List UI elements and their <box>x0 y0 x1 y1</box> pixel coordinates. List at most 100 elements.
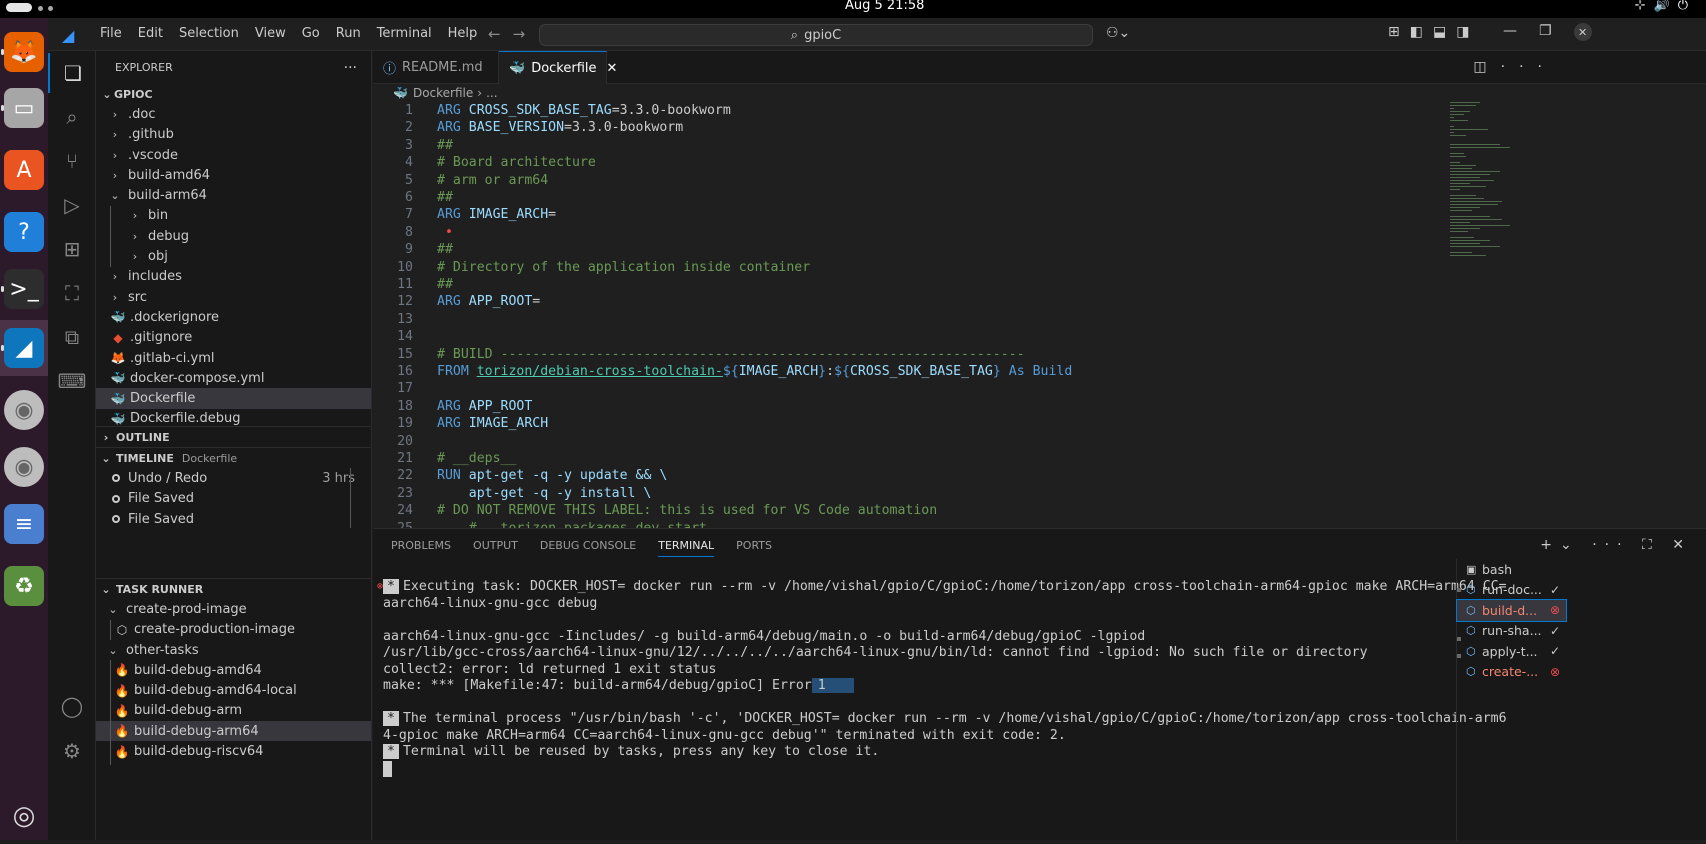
dock-disc1[interactable]: ◉ <box>0 382 48 438</box>
terminal-list-item[interactable]: ▣bash <box>1457 559 1566 580</box>
task-runner-item[interactable]: 🔥check-deps <box>96 762 371 766</box>
file-tree-item[interactable]: ›debug <box>96 226 371 246</box>
task-runner-item[interactable]: ⌄create-prod-image <box>96 599 371 619</box>
command-center-search[interactable]: ⌕ gpioC <box>539 24 1093 46</box>
extensions-icon[interactable]: ⊞ <box>48 229 96 269</box>
file-tree-item[interactable]: ›.vscode <box>96 145 371 165</box>
forward-arrow-icon[interactable]: → <box>513 25 538 43</box>
copilot-icon[interactable]: ⚇⌄ <box>1106 25 1130 41</box>
terminal-list-item[interactable]: ⬡create-...⊗ <box>1457 662 1566 683</box>
terminal-list-item[interactable]: ⬡build-d...⊗ <box>1457 600 1566 621</box>
file-tree-item[interactable]: 🐳Dockerfile.debug <box>96 409 371 427</box>
dock-vscode[interactable]: ◢ <box>0 320 48 376</box>
torizon-view-icon[interactable]: ⧉ <box>48 317 96 357</box>
dock-help[interactable]: ? <box>0 204 48 260</box>
show-apps-button[interactable]: ◎ <box>0 788 48 844</box>
dock-app-center[interactable]: A <box>0 142 48 198</box>
dock-disc2[interactable]: ◉ <box>0 439 48 495</box>
workspace-dot[interactable] <box>48 6 53 11</box>
menu-edit[interactable]: Edit <box>130 26 171 41</box>
docker-view-icon[interactable]: ⛶ <box>48 273 96 313</box>
menu-run[interactable]: Run <box>328 26 369 41</box>
dock-trash[interactable]: ♻ <box>0 558 48 614</box>
system-tray[interactable]: ⊹🔊⏻ <box>1635 0 1696 13</box>
toggle-secondary-sidebar-icon[interactable]: ◨ <box>1456 24 1469 40</box>
panel-tab-debug-console[interactable]: DEBUG CONSOLE <box>540 539 636 552</box>
menu-terminal[interactable]: Terminal <box>369 26 440 41</box>
menu-help[interactable]: Help <box>440 26 486 41</box>
more-actions-icon[interactable]: ··· <box>1501 59 1556 75</box>
task-runner-item[interactable]: 🔥build-debug-riscv64 <box>96 741 371 761</box>
search-view-icon[interactable]: ⌕ <box>48 97 96 137</box>
file-tree-item[interactable]: ›.doc <box>96 104 371 124</box>
dock-terminal[interactable]: >_ <box>0 261 48 317</box>
dock-firefox[interactable]: 🦊 <box>0 24 48 80</box>
new-terminal-icon[interactable]: +⌄ <box>1540 537 1579 553</box>
file-tree-item[interactable]: ›.github <box>96 125 371 145</box>
menu-view[interactable]: View <box>247 26 294 41</box>
minimap[interactable] <box>1446 102 1526 262</box>
menu-file[interactable]: File <box>92 26 130 41</box>
terminal-list-item[interactable]: ⬡run-doc...✓ <box>1457 580 1566 601</box>
menu-selection[interactable]: Selection <box>171 26 247 41</box>
split-editor-icon[interactable]: ◫ <box>1473 59 1500 75</box>
menu-go[interactable]: Go <box>294 26 328 41</box>
task-runner-item[interactable]: 🔥build-debug-amd64-local <box>96 680 371 700</box>
dock-files[interactable]: ▭ <box>0 80 48 136</box>
file-tree-item[interactable]: ›bin <box>96 206 371 226</box>
timeline-item[interactable]: File Saved <box>96 509 371 529</box>
breadcrumb-more[interactable]: ... <box>486 86 497 100</box>
maximize-panel-icon[interactable]: ⛶ <box>1642 537 1660 553</box>
back-arrow-icon[interactable]: ← <box>488 25 513 43</box>
explorer-icon[interactable]: ❏ <box>48 53 96 93</box>
task-runner-item[interactable]: 🔥build-debug-amd64 <box>96 660 371 680</box>
file-tree-item[interactable]: ›build-amd64 <box>96 165 371 185</box>
file-tree-item[interactable]: ›obj <box>96 246 371 266</box>
accounts-icon[interactable]: ◯ <box>48 686 96 726</box>
task-runner-section[interactable]: ⌄ TASK RUNNER <box>96 578 371 599</box>
task-runner-item[interactable]: ⌄other-tasks <box>96 640 371 660</box>
restore-icon[interactable]: ❐ <box>1539 23 1552 41</box>
close-panel-icon[interactable]: ✕ <box>1672 537 1692 553</box>
remote-explorer-icon[interactable]: ⌨ <box>48 361 96 401</box>
manage-gear-icon[interactable]: ⚙ <box>48 731 96 771</box>
run-debug-icon[interactable]: ▷ <box>48 185 96 225</box>
toggle-primary-sidebar-icon[interactable]: ◧ <box>1410 24 1423 40</box>
more-actions-icon[interactable]: ··· <box>344 60 371 76</box>
timeline-item[interactable]: File Saved <box>96 489 371 509</box>
more-actions-icon[interactable]: ··· <box>1592 537 1629 553</box>
terminal-list-item[interactable]: ⬡apply-t...✓ <box>1457 641 1566 662</box>
panel-tab-output[interactable]: OUTPUT <box>473 539 518 552</box>
terminal-output[interactable]: ⊗*Executing task: DOCKER_HOST= docker ru… <box>383 579 1453 777</box>
minimize-icon[interactable]: — <box>1503 23 1517 41</box>
panel-tab-problems[interactable]: PROBLEMS <box>391 539 451 552</box>
file-tree-item[interactable]: 🦊.gitlab-ci.yml <box>96 348 371 368</box>
close-window-icon[interactable]: ✕ <box>1574 23 1592 41</box>
timeline-section[interactable]: ⌄ TIMELINE Dockerfile <box>96 447 371 468</box>
breadcrumb-file[interactable]: Dockerfile <box>413 86 473 100</box>
task-runner-item[interactable]: ⬡create-production-image <box>96 620 371 640</box>
workspace-dot[interactable] <box>38 6 43 11</box>
workspace-indicator[interactable] <box>6 3 32 12</box>
customize-layout-icon[interactable]: ⊞ <box>1388 24 1400 40</box>
file-tree-item[interactable]: ◆.gitignore <box>96 328 371 348</box>
file-tree-item[interactable]: 🐳Dockerfile <box>96 388 371 408</box>
file-tree-item[interactable]: ⌄build-arm64 <box>96 185 371 205</box>
task-runner-item[interactable]: 🔥build-debug-arm64 <box>96 721 371 741</box>
panel-tab-ports[interactable]: PORTS <box>736 539 772 552</box>
dock-text-editor[interactable]: ≡ <box>0 496 48 552</box>
source-control-icon[interactable]: ⑂ <box>48 141 96 181</box>
close-tab-icon[interactable]: ✕ <box>607 61 618 76</box>
timeline-item[interactable]: Undo / Redo3 hrs <box>96 468 371 488</box>
file-tree-item[interactable]: 🐳.dockerignore <box>96 307 371 327</box>
task-runner-item[interactable]: 🔥build-debug-arm <box>96 701 371 721</box>
tab-dockerfile[interactable]: 🐳Dockerfile✕ <box>499 51 607 84</box>
outline-section[interactable]: › OUTLINE <box>96 426 371 447</box>
clock[interactable]: Aug 5 21:58 <box>845 0 924 13</box>
tab-readme-md[interactable]: ⓘREADME.md <box>373 51 499 84</box>
workspace-root[interactable]: ⌄ GPIOC <box>96 84 371 104</box>
file-tree-item[interactable]: ›includes <box>96 267 371 287</box>
file-tree-item[interactable]: 🐳docker-compose.yml <box>96 368 371 388</box>
editor-scrollbar[interactable] <box>1696 102 1706 528</box>
panel-tab-terminal[interactable]: TERMINAL <box>658 539 714 557</box>
